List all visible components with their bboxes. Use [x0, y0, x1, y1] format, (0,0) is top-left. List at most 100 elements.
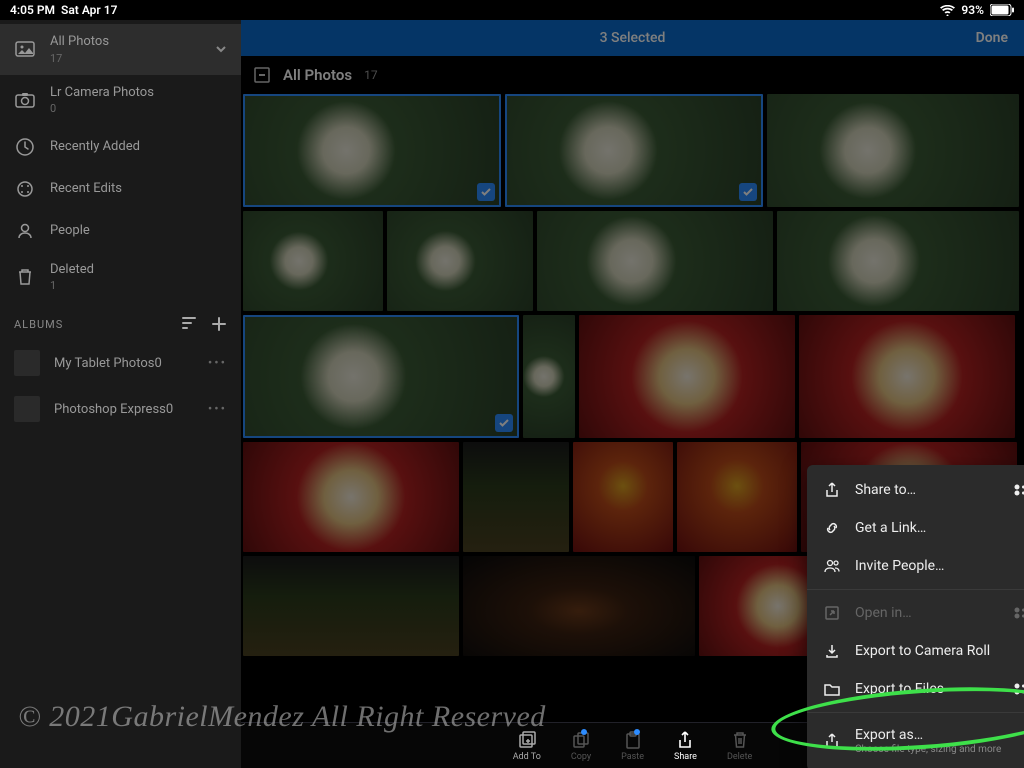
- sidebar-item-recent-edits[interactable]: Recent Edits: [0, 168, 241, 210]
- share-icon: [675, 730, 695, 750]
- popover-label: Invite People…: [855, 558, 944, 574]
- albums-header: ALBUMS: [0, 302, 241, 340]
- grid-header: All Photos 17: [241, 56, 1024, 94]
- photo-tile[interactable]: [387, 211, 533, 311]
- trash-icon: [730, 730, 750, 750]
- export-icon: [823, 642, 841, 660]
- toolbar-label: Share: [674, 752, 697, 762]
- album-count: 0: [154, 356, 161, 371]
- photo-tile[interactable]: [463, 556, 695, 656]
- more-icon[interactable]: •••: [208, 356, 227, 371]
- album-count: 0: [166, 402, 173, 417]
- popover-link[interactable]: Get a Link…: [807, 509, 1024, 547]
- photo-tile[interactable]: [505, 94, 763, 207]
- folder-icon: [823, 680, 841, 698]
- popover-label: Get a Link…: [855, 520, 926, 536]
- exportas-icon: [823, 732, 841, 750]
- popover-export[interactable]: Export to Camera Roll: [807, 632, 1024, 670]
- sidebar-icon: [14, 136, 36, 158]
- sidebar-item-label: All Photos: [50, 34, 109, 50]
- toolbar-label: Add To: [513, 752, 541, 762]
- photo-tile[interactable]: [777, 211, 1019, 311]
- sidebar-icon: [14, 220, 36, 242]
- popover-exportas[interactable]: Export as…Choose file type, sizing and m…: [807, 717, 1024, 765]
- album-label: Photoshop Express: [54, 402, 166, 417]
- link-icon: [823, 519, 841, 537]
- sidebar-item-recently-added[interactable]: Recently Added: [0, 126, 241, 168]
- sidebar-item-people[interactable]: People: [0, 210, 241, 252]
- preset-indicator-icon: [1013, 683, 1024, 695]
- toolbar-label: Delete: [727, 752, 752, 762]
- openin-icon: [823, 604, 841, 622]
- album-thumb: [14, 396, 40, 422]
- photo-tile[interactable]: [799, 315, 1015, 438]
- photo-tile[interactable]: [677, 442, 797, 552]
- done-button[interactable]: Done: [976, 30, 1008, 46]
- photo-tile[interactable]: [523, 315, 575, 438]
- photo-tile[interactable]: [243, 315, 519, 438]
- photo-tile[interactable]: [579, 315, 795, 438]
- badge-dot: [634, 729, 640, 735]
- grid-count: 17: [364, 68, 378, 82]
- sidebar-icon: [14, 89, 36, 111]
- selection-bar: 3 Selected Done: [241, 20, 1024, 56]
- sidebar-item-label: Recently Added: [50, 139, 140, 155]
- sidebar-item-label: Deleted: [50, 262, 94, 278]
- albums-header-label: ALBUMS: [14, 318, 63, 331]
- popover-people[interactable]: Invite People…: [807, 547, 1024, 585]
- sidebar-item-label: Recent Edits: [50, 181, 122, 197]
- share-icon: [823, 481, 841, 499]
- toolbar-copy-button[interactable]: Copy: [571, 730, 591, 762]
- check-icon: [495, 414, 513, 432]
- chevron-down-icon: [215, 45, 227, 53]
- popover-share[interactable]: Share to…: [807, 471, 1024, 509]
- toolbar-addto-button[interactable]: Add To: [513, 730, 541, 762]
- status-bar: 4:05 PM Sat Apr 17 93%: [0, 0, 1024, 20]
- sidebar-item-count: 1: [50, 279, 94, 292]
- toolbar-paste-button[interactable]: Paste: [621, 730, 644, 762]
- popover-openin: Open in…: [807, 594, 1024, 632]
- preset-indicator-icon: [1013, 484, 1024, 496]
- sidebar-item-count: 17: [50, 52, 109, 65]
- popover-label: Open in…: [855, 605, 912, 621]
- toolbar-share-button[interactable]: Share: [674, 730, 697, 762]
- addto-icon: [517, 730, 537, 750]
- sidebar-item-lr-camera-photos[interactable]: Lr Camera Photos0: [0, 75, 241, 126]
- popover-label: Export to Camera Roll: [855, 643, 990, 659]
- popover-label: Share to…: [855, 482, 916, 498]
- sidebar-item-label: People: [50, 223, 90, 239]
- main-area: 3 Selected Done All Photos 17 Share to… G…: [241, 20, 1024, 768]
- photo-tile[interactable]: [537, 211, 773, 311]
- photo-tile[interactable]: [243, 442, 459, 552]
- status-time: 4:05 PM: [10, 3, 55, 17]
- album-item[interactable]: Photoshop Express0 •••: [0, 386, 241, 432]
- grid-title: All Photos: [283, 66, 352, 84]
- badge-dot: [581, 729, 587, 735]
- toolbar-trash-button[interactable]: Delete: [727, 730, 752, 762]
- album-item[interactable]: My Tablet Photos0•••: [0, 340, 241, 386]
- sidebar-item-deleted[interactable]: Deleted1: [0, 252, 241, 303]
- grid-view-icon[interactable]: [253, 66, 271, 84]
- status-battery: 93%: [961, 3, 984, 17]
- photo-tile[interactable]: [767, 94, 1019, 207]
- add-album-icon[interactable]: [211, 316, 227, 332]
- sidebar-item-all-photos[interactable]: All Photos 17: [0, 24, 241, 75]
- popover-folder[interactable]: Export to Files: [807, 670, 1024, 708]
- more-icon[interactable]: •••: [208, 402, 227, 417]
- photo-tile[interactable]: [243, 211, 383, 311]
- album-thumb: [14, 350, 40, 376]
- photo-tile[interactable]: [243, 556, 459, 656]
- selection-count: 3 Selected: [600, 30, 666, 46]
- sidebar-item-label: Lr Camera Photos: [50, 85, 154, 101]
- battery-icon: [990, 4, 1014, 16]
- sidebar-icon: [14, 38, 36, 60]
- photo-tile[interactable]: [573, 442, 673, 552]
- photo-tile[interactable]: [243, 94, 501, 207]
- sort-icon[interactable]: [181, 316, 197, 332]
- wifi-icon: [940, 5, 955, 16]
- photo-tile[interactable]: [463, 442, 569, 552]
- toolbar-label: Copy: [571, 752, 591, 762]
- sidebar: All Photos17Lr Camera Photos0Recently Ad…: [0, 20, 241, 768]
- check-icon: [477, 183, 495, 201]
- popover-label: Export to Files: [855, 681, 944, 697]
